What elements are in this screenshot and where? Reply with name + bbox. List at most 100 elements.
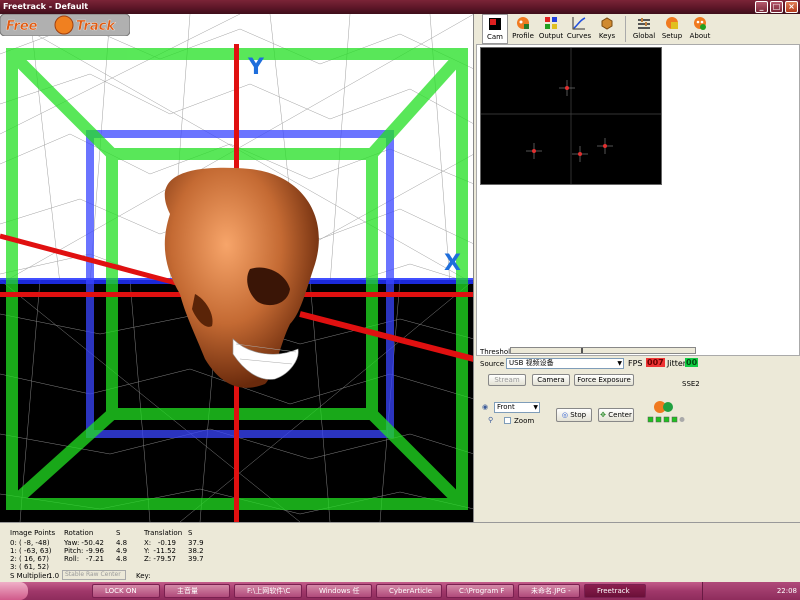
rotation-yaw-value: -50.42 <box>81 539 104 547</box>
task-lock-on[interactable]: LOCK ON <box>92 584 160 598</box>
tab-setup[interactable]: Setup <box>659 14 685 44</box>
tab-curves[interactable]: Curves <box>566 14 592 44</box>
global-icon <box>638 18 650 29</box>
translation-y-s: 38.2 <box>188 547 204 555</box>
chevron-down-icon: ▼ <box>533 404 538 411</box>
translation-z-s: 39.7 <box>188 555 204 563</box>
tab-profile-label: Profile <box>512 32 534 40</box>
start-button[interactable] <box>0 582 28 600</box>
tracking-status-icon <box>647 401 685 423</box>
center-button-label: Center <box>608 411 632 419</box>
image-point-row: 3: ( 61, 52) <box>10 563 49 571</box>
clock[interactable]: 22:08 <box>777 587 797 595</box>
tab-global[interactable]: Global <box>631 14 657 44</box>
task-label: 未命名.JPG - <box>531 587 571 595</box>
mode-raw[interactable]: Raw <box>86 571 99 578</box>
threshold-slider[interactable] <box>510 347 696 354</box>
zoom-checkbox[interactable] <box>504 417 511 424</box>
keys-icon <box>601 17 613 30</box>
stop-icon: ◎ <box>561 411 568 419</box>
window-title: Freetrack - Default <box>3 2 89 11</box>
rotation-pitch-s: 4.9 <box>116 547 128 555</box>
output-icon <box>545 17 557 29</box>
translation-x-s: 37.9 <box>188 539 204 547</box>
task-label: F:\上网软件\C <box>247 587 291 595</box>
magnifier-icon: ⚲ <box>488 416 494 424</box>
stop-button-label: Stop <box>570 411 587 419</box>
system-tray: 22:08 <box>702 582 800 600</box>
task-label: Windows 任 <box>319 587 360 595</box>
task-label: LOCK ON <box>105 587 137 595</box>
taskbar: LOCK ON 主音量 F:\上网软件\C Windows 任 CyberArt… <box>0 582 800 600</box>
camera-button[interactable]: Camera <box>532 374 570 386</box>
center-icon: ✥ <box>600 411 607 419</box>
force-exposure-button[interactable]: Force Exposure <box>574 374 634 386</box>
rotation-yaw-s: 4.8 <box>116 539 128 547</box>
stream-button-label: Stream <box>494 376 520 384</box>
camera-icon <box>489 18 501 30</box>
task-program-files[interactable]: C:\Program F <box>446 584 514 598</box>
svg-text:Free: Free <box>6 19 38 34</box>
s-multiplier-label: S Multiplier: <box>10 572 52 580</box>
tab-profile[interactable]: Profile <box>510 14 536 44</box>
3d-viewport[interactable]: Y X Free Track <box>0 14 474 522</box>
tab-keys[interactable]: Keys <box>594 14 620 44</box>
tab-curves-label: Curves <box>566 32 592 40</box>
task-volume[interactable]: 主音量 <box>164 584 230 598</box>
profile-icon <box>517 17 529 29</box>
freetrack-window: Freetrack - Default _ □ × Y X Free Track… <box>0 0 800 600</box>
title-bar[interactable]: Freetrack - Default _ □ × <box>0 0 800 14</box>
task-windows[interactable]: Windows 任 <box>306 584 372 598</box>
image-points-column: Image Points 0: ( -8, -48) 1: ( -63, 63)… <box>10 529 55 571</box>
translation-s-column: S 37.9 38.2 39.7 <box>188 529 204 563</box>
task-image-viewer[interactable]: 未命名.JPG - <box>518 584 580 598</box>
curves-icon <box>572 17 586 30</box>
task-cyberarticle[interactable]: CyberArticle <box>376 584 442 598</box>
setup-icon <box>666 17 678 29</box>
mode-stable[interactable]: Stable <box>65 571 84 578</box>
source-select[interactable]: USB 视频设备 ▼ <box>506 358 624 369</box>
rotation-roll-value: -7.21 <box>85 555 104 563</box>
freetrack-logo: Free Track <box>0 14 130 36</box>
maximize-button[interactable]: □ <box>770 1 783 13</box>
jitter-label: Jitter <box>667 359 687 368</box>
translation-z-value: -79.57 <box>153 555 176 563</box>
rotation-pitch-value: -9.96 <box>85 547 104 555</box>
right-panel: Cam Profile Output Curves Keys Global Se… <box>476 14 800 522</box>
center-button[interactable]: ✥ Center <box>598 408 634 422</box>
svg-text:Track: Track <box>76 19 116 34</box>
camera-button-label: Camera <box>537 376 565 384</box>
tab-output-label: Output <box>538 32 564 40</box>
main-toolbar: Cam Profile Output Curves Keys Global Se… <box>476 14 800 44</box>
tab-about-label: About <box>689 32 711 40</box>
task-label: C:\Program F <box>459 587 505 595</box>
chevron-down-icon: ▼ <box>617 360 622 367</box>
camera-preview-points <box>481 48 661 184</box>
source-label: Source <box>480 360 505 368</box>
minimize-button[interactable]: _ <box>755 1 768 13</box>
tab-about[interactable]: About <box>687 14 713 44</box>
sse-label: SSE2 <box>682 380 700 388</box>
task-freetrack[interactable]: Freetrack <box>584 584 646 598</box>
image-point-row: 0: ( -8, -48) <box>10 539 50 547</box>
translation-s-header: S <box>188 529 193 537</box>
mode-selector[interactable]: Stable Raw Center <box>62 570 126 580</box>
key-label: Key: <box>136 572 151 580</box>
image-point-row: 2: ( 16, 67) <box>10 555 49 563</box>
mode-center[interactable]: Center <box>100 571 120 578</box>
eye-icon: ◉ <box>482 403 489 411</box>
task-label: CyberArticle <box>389 587 433 595</box>
tab-cam[interactable]: Cam <box>482 14 508 44</box>
close-button[interactable]: × <box>785 1 798 13</box>
rotation-roll-s: 4.8 <box>116 555 128 563</box>
source-select-value: USB 视频设备 <box>509 359 554 367</box>
task-explorer[interactable]: F:\上网软件\C <box>234 584 302 598</box>
jitter-value: 00 <box>685 358 699 367</box>
tracking-info-panel: Image Points 0: ( -8, -48) 1: ( -63, 63)… <box>0 522 800 582</box>
translation-values: -0.19 -11.52 -79.57 <box>152 529 176 563</box>
stop-button[interactable]: ◎ Stop <box>556 408 592 422</box>
tab-keys-label: Keys <box>598 32 616 40</box>
tab-output[interactable]: Output <box>538 14 564 44</box>
stream-button[interactable]: Stream <box>488 374 526 386</box>
view-select[interactable]: Front ▼ <box>494 402 540 413</box>
